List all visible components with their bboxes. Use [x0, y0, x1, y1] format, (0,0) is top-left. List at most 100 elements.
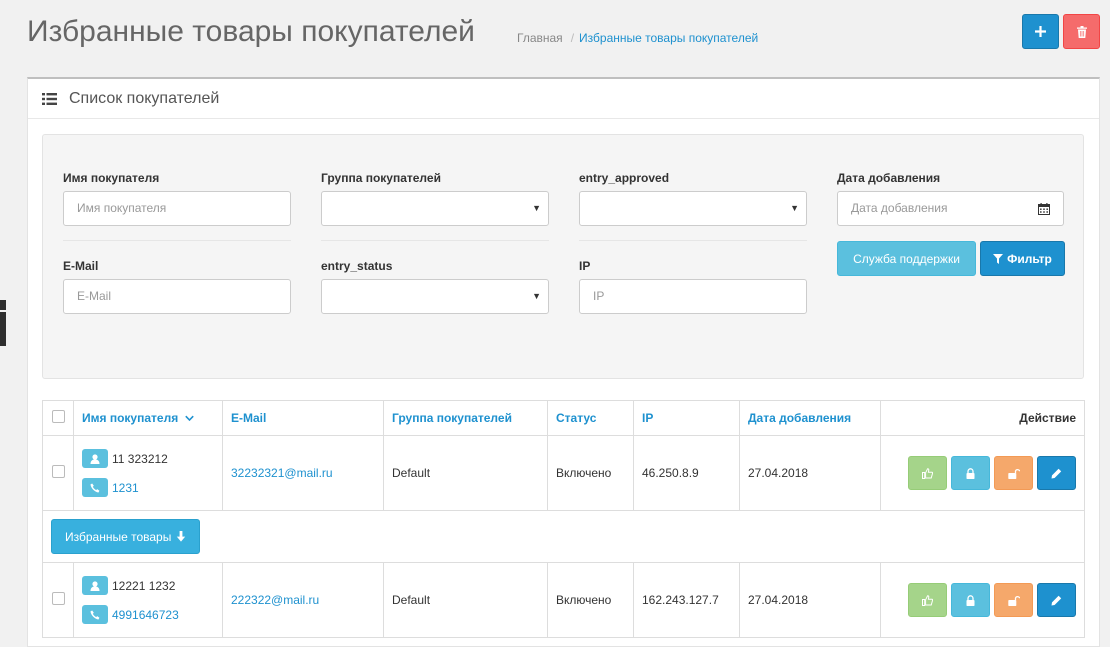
- table-row: 11 323212 1231 32232321@mail.ru Default …: [42, 435, 1085, 511]
- favorites-cell: Избранные товары: [42, 510, 1085, 563]
- panel-heading: Список покупателей: [28, 79, 1099, 119]
- lock-button[interactable]: [951, 456, 990, 490]
- calendar-icon: [1038, 202, 1050, 215]
- thumbs-up-icon: [922, 594, 933, 606]
- filter-button-label: Фильтр: [1007, 251, 1052, 266]
- select-all-checkbox[interactable]: [51, 410, 65, 423]
- favorites-button[interactable]: Избранные товары: [51, 519, 201, 554]
- customer-phone-link[interactable]: 4991646723: [112, 608, 179, 622]
- breadcrumb-home-link[interactable]: Главная: [517, 31, 563, 45]
- column-header-action: Действие: [880, 400, 1085, 436]
- edit-button[interactable]: [1037, 583, 1076, 617]
- support-button[interactable]: Служба поддержки: [837, 241, 976, 276]
- page-title: Избранные товары покупателей: [27, 15, 475, 48]
- row-select-cell: [42, 435, 74, 511]
- customer-email-cell: 32232321@mail.ru: [222, 435, 384, 511]
- customer-ip-cell: 162.243.127.7: [633, 562, 740, 638]
- approve-button[interactable]: [908, 456, 947, 490]
- unlock-button[interactable]: [994, 583, 1033, 617]
- user-icon: [90, 580, 100, 591]
- calendar-button[interactable]: [1025, 191, 1064, 226]
- customer-status-cell: Включено: [547, 562, 634, 638]
- table-row: 12221 1232 4991646723 222322@mail.ru Def…: [42, 562, 1085, 638]
- column-name-label: Имя покупателя: [82, 411, 179, 425]
- customer-date-cell: 27.04.2018: [739, 435, 881, 511]
- customer-name-cell: 12221 1232 4991646723: [73, 562, 223, 638]
- row-checkbox[interactable]: [51, 592, 65, 605]
- filter-approved-select[interactable]: ▼: [579, 191, 807, 226]
- filter-date-label: Дата добавления: [837, 171, 941, 185]
- customer-phone-link[interactable]: 1231: [112, 481, 139, 495]
- left-edge-bar: [0, 300, 6, 310]
- user-icon: [90, 453, 100, 464]
- filter-well: Имя покупателя Имя покупателя Группа пок…: [42, 134, 1084, 379]
- customer-email-link[interactable]: 32232321@mail.ru: [231, 466, 333, 480]
- customer-date-cell: 27.04.2018: [739, 562, 881, 638]
- filter-group-label: Группа покупателей: [321, 171, 441, 185]
- breadcrumb: Главная / Избранные товары покупателей: [517, 31, 758, 45]
- column-header-group[interactable]: Группа покупателей: [383, 400, 548, 436]
- customer-email-link[interactable]: 222322@mail.ru: [231, 593, 319, 607]
- approve-button[interactable]: [908, 583, 947, 617]
- caret-down-icon: ▼: [532, 203, 541, 213]
- pencil-icon: [1051, 468, 1062, 478]
- plus-icon: [1035, 26, 1046, 37]
- filter-email-label: E-Mail: [63, 259, 99, 273]
- panel-title: Список покупателей: [69, 89, 220, 107]
- column-header-name[interactable]: Имя покупателя: [73, 400, 223, 436]
- customer-name: 11 323212: [112, 451, 168, 466]
- filter-status-label: entry_status: [321, 259, 393, 273]
- breadcrumb-separator: /: [570, 31, 575, 45]
- customer-name-cell: 11 323212 1231: [73, 435, 223, 511]
- filter-ip-input[interactable]: IP: [579, 279, 807, 314]
- customer-group-cell: Default: [383, 562, 548, 638]
- unlock-button[interactable]: [994, 456, 1033, 490]
- column-header-date[interactable]: Дата добавления: [739, 400, 881, 436]
- row-select-cell: [42, 562, 74, 638]
- column-header-ip[interactable]: IP: [633, 400, 740, 436]
- filter-button[interactable]: Фильтр: [980, 241, 1065, 276]
- column-header-status[interactable]: Статус: [547, 400, 634, 436]
- filter-email-input[interactable]: E-Mail: [63, 279, 291, 314]
- customer-ip-cell: 46.250.8.9: [633, 435, 740, 511]
- caret-down-icon: ▼: [532, 291, 541, 301]
- lock-icon: [966, 594, 975, 606]
- user-badge: [82, 449, 108, 468]
- list-icon: [42, 92, 57, 105]
- favorites-row: Избранные товары: [42, 510, 1085, 563]
- delete-button[interactable]: [1063, 14, 1100, 49]
- lock-button[interactable]: [951, 583, 990, 617]
- add-button[interactable]: [1022, 14, 1059, 49]
- select-all-cell: [42, 400, 74, 436]
- page-header: Избранные товары покупателей Главная / Изб…: [0, 0, 1110, 78]
- customer-group-cell: Default: [383, 435, 548, 511]
- customer-list-panel: Список покупателей Имя покупателя Имя по…: [27, 77, 1100, 647]
- row-checkbox[interactable]: [51, 465, 65, 478]
- filter-name-input[interactable]: Имя покупателя: [63, 191, 291, 226]
- arrow-down-icon: [177, 531, 186, 542]
- unlock-icon: [1007, 468, 1020, 479]
- filter-ip-label: IP: [579, 259, 591, 273]
- action-cell: [880, 435, 1085, 511]
- edit-button[interactable]: [1037, 456, 1076, 490]
- filter-status-select[interactable]: ▼: [321, 279, 549, 314]
- phone-icon: [90, 483, 100, 492]
- lock-icon: [966, 467, 975, 479]
- customer-table: Имя покупателя E-Mail Группа покупателей…: [42, 400, 1085, 638]
- filter-divider: [579, 240, 807, 241]
- action-cell: [880, 562, 1085, 638]
- breadcrumb-current-link[interactable]: Избранные товары покупателей: [579, 31, 758, 45]
- thumbs-up-icon: [922, 467, 933, 479]
- filter-divider: [321, 240, 549, 241]
- filter-date-input[interactable]: Дата добавления: [837, 191, 1026, 226]
- phone-badge: [82, 605, 108, 624]
- filter-icon: [993, 253, 1004, 264]
- filter-group-select[interactable]: ▼: [321, 191, 549, 226]
- column-header-email[interactable]: E-Mail: [222, 400, 384, 436]
- chevron-down-icon: [184, 415, 194, 422]
- user-badge: [82, 576, 108, 595]
- phone-badge: [82, 478, 108, 497]
- pencil-icon: [1051, 595, 1062, 605]
- trash-icon: [1076, 25, 1087, 38]
- left-edge-bar: [0, 312, 6, 346]
